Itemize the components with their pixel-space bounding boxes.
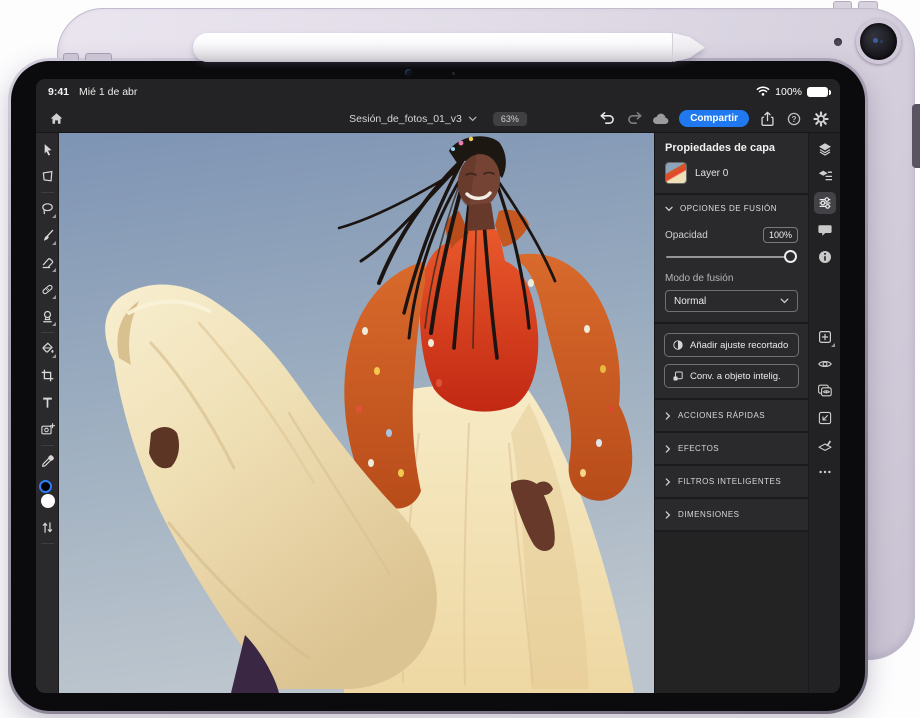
background-color-swatch[interactable] xyxy=(41,494,55,508)
send-backward-icon[interactable] xyxy=(814,407,836,429)
document-toolbar: Sesión_de_fotos_01_v3 63% xyxy=(36,105,840,133)
photo-smiling-woman xyxy=(59,133,654,693)
tool-divider xyxy=(41,192,54,193)
taskbar-rail xyxy=(808,133,840,693)
section-effects[interactable]: EFECTOS xyxy=(655,433,808,466)
fill-tool[interactable] xyxy=(36,335,59,362)
panel-title: Propiedades de capa xyxy=(655,133,808,156)
layer-properties-panel: Propiedades de capa Layer 0 OPCIONES DE … xyxy=(654,133,808,693)
blend-options-header[interactable]: OPCIONES DE FUSIÓN xyxy=(655,195,808,222)
opacity-slider[interactable] xyxy=(666,250,797,264)
photoshop-app: 9:41 Mié 1 de abr 100% xyxy=(36,79,840,693)
ipad-front-device: 9:41 Mié 1 de abr 100% xyxy=(8,58,868,714)
layer-thumbnail[interactable] xyxy=(665,162,687,184)
layer-properties-icon[interactable] xyxy=(814,192,836,214)
share-button[interactable]: Compartir xyxy=(679,110,749,127)
front-mic-dot xyxy=(452,72,455,75)
info-icon[interactable] xyxy=(814,246,836,268)
flatten-icon[interactable] xyxy=(814,434,836,456)
transform-tool[interactable] xyxy=(36,163,59,190)
healing-brush-tool[interactable] xyxy=(36,276,59,303)
tool-divider xyxy=(41,543,54,544)
more-options-icon[interactable] xyxy=(814,461,836,483)
apple-pencil-body xyxy=(193,33,673,62)
smart-object-icon xyxy=(672,370,684,382)
clipped-adjustment-icon xyxy=(672,339,684,351)
volume-button xyxy=(63,53,79,60)
opacity-value[interactable]: 100% xyxy=(763,227,798,243)
hero-scene: 9:41 Mié 1 de abr 100% xyxy=(0,0,920,718)
crop-tool[interactable] xyxy=(36,362,59,389)
layers-icon[interactable] xyxy=(814,138,836,160)
section-smart-filters[interactable]: FILTROS INTELIGENTES xyxy=(655,466,808,499)
apple-pencil-tip xyxy=(673,33,705,62)
blend-mode-label: Modo de fusión xyxy=(665,273,798,284)
clone-stamp-tool[interactable] xyxy=(36,303,59,330)
opacity-slider-track[interactable] xyxy=(666,256,797,258)
opacity-slider-knob[interactable] xyxy=(784,250,797,263)
opacity-label: Opacidad xyxy=(665,230,708,241)
chevron-down-icon xyxy=(468,116,477,122)
layer-row[interactable]: Layer 0 xyxy=(655,156,808,193)
status-date: Mié 1 de abr xyxy=(79,86,137,98)
eyedropper-tool[interactable] xyxy=(36,448,59,475)
help-icon[interactable]: ? xyxy=(785,110,803,128)
chevron-down-icon xyxy=(665,206,673,212)
settings-gear-icon[interactable] xyxy=(812,110,830,128)
blend-mode-select[interactable]: Normal xyxy=(665,290,798,312)
convert-smart-object-button[interactable]: Conv. a objeto intelig. xyxy=(664,364,799,388)
front-camera-lens xyxy=(405,69,412,76)
document-canvas[interactable] xyxy=(59,133,654,693)
tool-divider xyxy=(41,445,54,446)
undo-button[interactable] xyxy=(598,110,616,128)
section-quick-actions[interactable]: ACCIONES RÁPIDAS xyxy=(655,400,808,433)
rear-camera-lens xyxy=(856,19,901,64)
redo-button[interactable] xyxy=(625,110,643,128)
color-swatches[interactable] xyxy=(36,478,59,512)
document-title-group[interactable]: Sesión_de_fotos_01_v3 63% xyxy=(349,112,527,126)
home-button[interactable] xyxy=(45,108,67,130)
chevron-down-icon xyxy=(780,298,789,304)
volume-button xyxy=(85,53,112,60)
move-tool[interactable] xyxy=(36,136,59,163)
lasso-tool[interactable] xyxy=(36,195,59,222)
status-bar: 9:41 Mié 1 de abr 100% xyxy=(36,79,840,105)
export-share-icon[interactable] xyxy=(758,110,776,128)
rear-mic-dot xyxy=(834,38,842,46)
type-tool[interactable] xyxy=(36,389,59,416)
add-clipped-adjustment-button[interactable]: Añadir ajuste recortado xyxy=(664,333,799,357)
chevron-right-icon xyxy=(665,511,671,519)
swap-colors-icon[interactable] xyxy=(36,514,59,541)
cloud-sync-icon[interactable] xyxy=(652,110,670,128)
apple-pencil xyxy=(193,33,705,62)
eraser-tool[interactable] xyxy=(36,249,59,276)
document-title[interactable]: Sesión_de_fotos_01_v3 xyxy=(349,113,462,125)
layer-name[interactable]: Layer 0 xyxy=(695,168,728,179)
layer-stack-icon[interactable] xyxy=(814,165,836,187)
status-time: 9:41 xyxy=(48,86,69,98)
visibility-icon[interactable] xyxy=(814,353,836,375)
foreground-color-swatch[interactable] xyxy=(39,480,52,493)
mask-visibility-icon[interactable] xyxy=(814,380,836,402)
tool-divider xyxy=(41,332,54,333)
svg-text:?: ? xyxy=(791,114,796,123)
ipad-bezel: 9:41 Mié 1 de abr 100% xyxy=(11,61,865,711)
battery-icon xyxy=(807,87,828,97)
panel-empty-area xyxy=(655,532,808,693)
add-layer-icon[interactable] xyxy=(814,326,836,348)
brush-tool[interactable] xyxy=(36,222,59,249)
wifi-icon xyxy=(756,85,770,100)
zoom-level-badge[interactable]: 63% xyxy=(493,112,527,126)
chevron-right-icon xyxy=(665,478,671,486)
chevron-right-icon xyxy=(665,445,671,453)
tool-rail xyxy=(36,133,59,693)
comment-icon[interactable] xyxy=(814,219,836,241)
ipad-back-side-button xyxy=(912,104,920,168)
section-dimensions[interactable]: DIMENSIONES xyxy=(655,499,808,532)
chevron-right-icon xyxy=(665,412,671,420)
place-photo-tool[interactable] xyxy=(36,416,59,443)
battery-percent: 100% xyxy=(775,86,802,98)
